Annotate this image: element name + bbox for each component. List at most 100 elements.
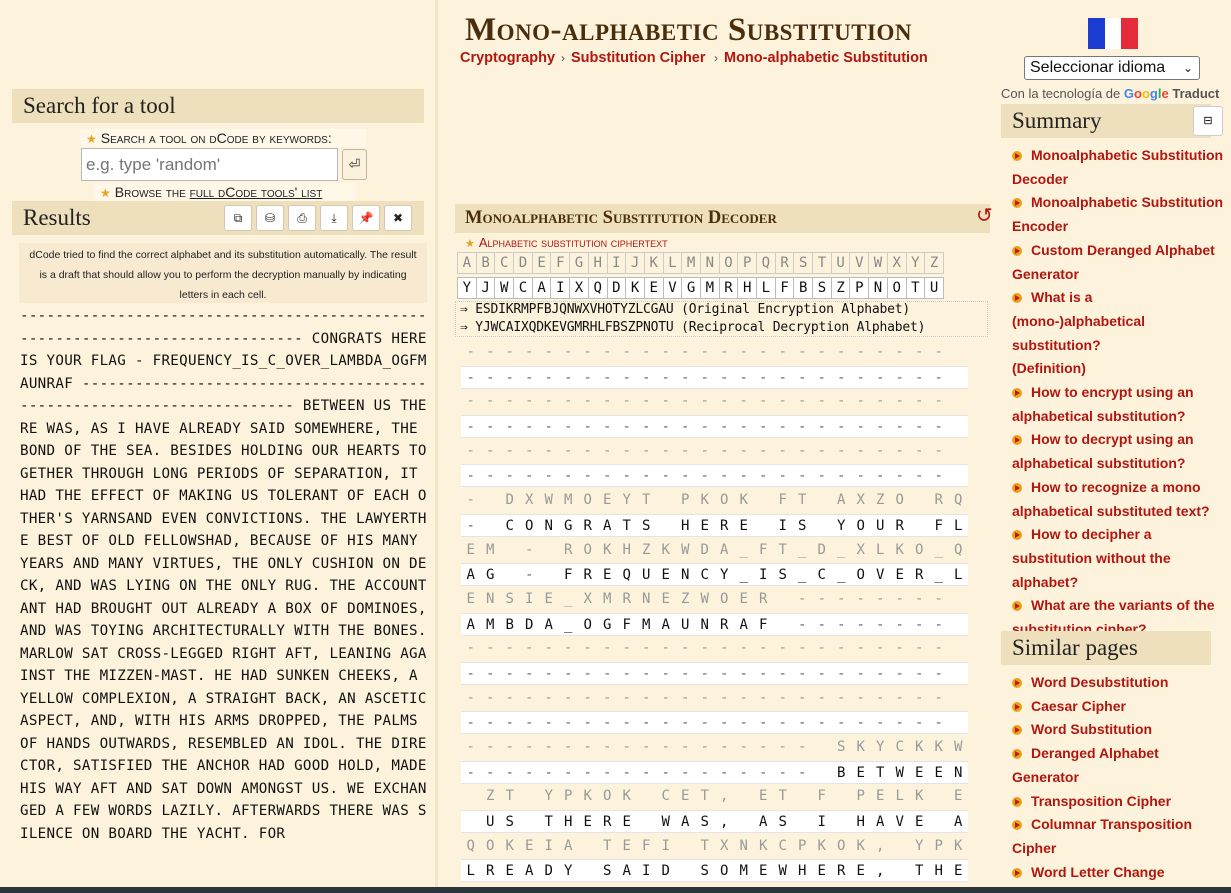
plain-cell[interactable]: - (617, 661, 637, 685)
plain-cell[interactable]: - (558, 661, 578, 685)
plain-cell[interactable]: A (656, 612, 676, 636)
plain-cell[interactable]: D (519, 612, 539, 636)
plain-cell[interactable] (948, 415, 968, 439)
plain-cell[interactable]: - (753, 760, 773, 784)
plain-cell[interactable]: - (519, 563, 539, 587)
plain-cell[interactable]: F (617, 612, 637, 636)
plain-cell[interactable]: , (714, 810, 734, 834)
plain-cell[interactable]: - (617, 464, 637, 488)
plain-cell[interactable]: A (539, 612, 559, 636)
plain-cell[interactable]: - (831, 661, 851, 685)
plain-cell[interactable]: - (539, 661, 559, 685)
plain-cell[interactable]: S (597, 859, 617, 883)
plain-cell[interactable]: - (812, 711, 832, 735)
plain-cell[interactable]: - (675, 365, 695, 389)
plain-cell[interactable]: _ (831, 563, 851, 587)
plain-cell[interactable]: O (851, 513, 871, 537)
plain-cell[interactable]: - (500, 661, 520, 685)
plain-cell[interactable]: _ (929, 563, 949, 587)
plain-cell[interactable]: S (695, 859, 715, 883)
plain-cell[interactable]: - (636, 661, 656, 685)
plain-cell[interactable]: - (773, 711, 793, 735)
similar-item[interactable]: Word Substitution (1012, 718, 1227, 742)
language-select[interactable]: Seleccionar idioma ⌄ (1024, 56, 1200, 80)
plain-cell[interactable] (500, 563, 520, 587)
plain-cell[interactable]: - (851, 661, 871, 685)
plain-cell[interactable]: L (461, 859, 481, 883)
plain-cell[interactable] (812, 760, 832, 784)
similar-item[interactable]: Transposition Cipher (1012, 790, 1227, 814)
key-letter-input-v[interactable]: V (662, 277, 683, 299)
plain-cell[interactable] (480, 513, 500, 537)
reset-icon[interactable]: ↺ (976, 203, 993, 228)
plain-cell[interactable] (675, 859, 695, 883)
plain-cell[interactable]: L (948, 513, 968, 537)
plain-cell[interactable]: - (870, 612, 890, 636)
plain-cell[interactable]: - (480, 711, 500, 735)
plain-cell[interactable] (636, 810, 656, 834)
plain-cell[interactable]: R (578, 513, 598, 537)
plain-cell[interactable]: - (675, 464, 695, 488)
plain-cell[interactable]: H (851, 810, 871, 834)
plain-cell[interactable] (539, 563, 559, 587)
plain-cell[interactable]: - (831, 612, 851, 636)
plain-cell[interactable]: - (597, 415, 617, 439)
plain-cell[interactable]: - (734, 711, 754, 735)
plain-cell[interactable] (578, 859, 598, 883)
plain-cell[interactable]: - (734, 415, 754, 439)
plain-cell[interactable]: E (695, 513, 715, 537)
plain-cell[interactable]: , (870, 859, 890, 883)
plain-cell[interactable]: - (909, 612, 929, 636)
plain-cell[interactable]: - (792, 612, 812, 636)
key-letter-input-n[interactable]: N (868, 277, 888, 299)
plain-cell[interactable]: - (870, 365, 890, 389)
plain-cell[interactable]: O (714, 859, 734, 883)
plain-cell[interactable]: - (539, 711, 559, 735)
plain-cell[interactable]: I (753, 563, 773, 587)
plain-cell[interactable]: - (656, 760, 676, 784)
plain-cell[interactable]: - (831, 711, 851, 735)
breadcrumb-mono-alphabetic[interactable]: Mono-alphabetic Substitution (724, 50, 928, 66)
plain-cell[interactable]: H (558, 810, 578, 834)
plain-cell[interactable]: R (831, 859, 851, 883)
plain-cell[interactable]: U (636, 563, 656, 587)
plain-cell[interactable]: - (870, 661, 890, 685)
plain-cell[interactable]: - (500, 711, 520, 735)
similar-item[interactable]: Columnar Transposition Cipher (1012, 813, 1192, 860)
plain-cell[interactable]: - (656, 711, 676, 735)
plain-cell[interactable] (519, 810, 539, 834)
plain-cell[interactable]: - (831, 365, 851, 389)
plain-cell[interactable]: W (773, 859, 793, 883)
plain-cell[interactable]: A (675, 810, 695, 834)
plain-cell[interactable]: - (695, 711, 715, 735)
plain-cell[interactable]: - (578, 661, 598, 685)
plain-cell[interactable]: - (519, 415, 539, 439)
plain-cell[interactable]: - (558, 711, 578, 735)
plain-cell[interactable]: E (909, 760, 929, 784)
plain-cell[interactable]: - (636, 711, 656, 735)
key-letter-input-u[interactable]: U (924, 277, 944, 299)
plain-cell[interactable]: - (617, 711, 637, 735)
plain-cell[interactable]: - (617, 415, 637, 439)
plain-cell[interactable]: C (695, 563, 715, 587)
plain-cell[interactable]: F (753, 612, 773, 636)
plain-cell[interactable]: S (500, 810, 520, 834)
key-letter-input-d[interactable]: D (606, 277, 627, 299)
plain-cell[interactable]: E (734, 513, 754, 537)
plain-cell[interactable]: - (812, 661, 832, 685)
plain-cell[interactable]: - (812, 612, 832, 636)
plain-cell[interactable]: U (480, 810, 500, 834)
search-submit-button[interactable]: ⏎ (342, 149, 367, 180)
key-letter-input-b[interactable]: B (793, 277, 814, 299)
plain-cell[interactable]: - (909, 365, 929, 389)
key-letter-input-i[interactable]: I (550, 277, 571, 299)
key-letter-input-m[interactable]: M (699, 277, 720, 299)
similar-item[interactable]: Word Letter Change (1012, 861, 1227, 885)
plain-cell[interactable]: - (753, 415, 773, 439)
pin-button[interactable]: 📌 (352, 205, 380, 231)
plain-cell[interactable]: S (773, 563, 793, 587)
plain-cell[interactable]: - (929, 464, 949, 488)
plain-cell[interactable]: - (675, 415, 695, 439)
plain-cell[interactable]: S (792, 513, 812, 537)
download-button[interactable]: ⤓ (320, 205, 348, 231)
